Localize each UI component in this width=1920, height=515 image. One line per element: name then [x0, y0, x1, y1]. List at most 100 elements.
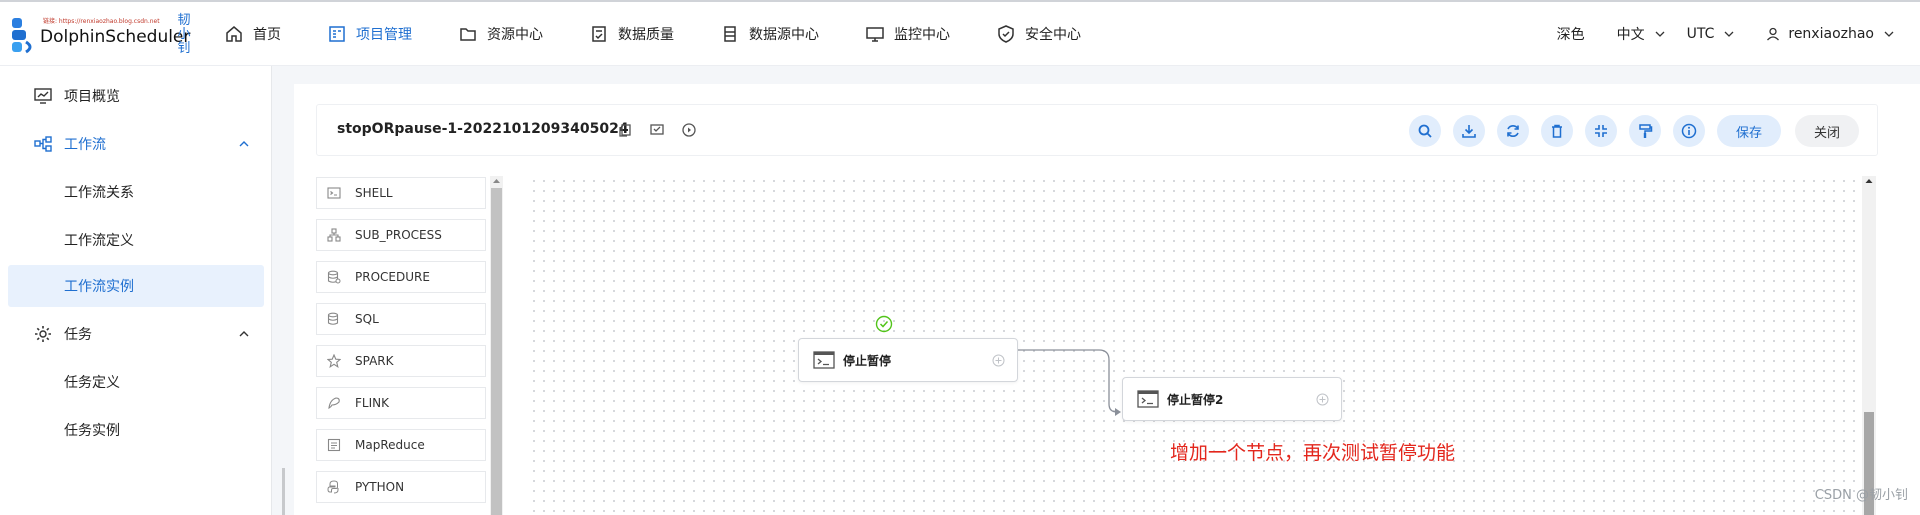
folder-icon: [459, 25, 477, 43]
chevron-down-icon: [1655, 31, 1665, 37]
mapreduce-icon: [327, 438, 341, 452]
variables-icon[interactable]: [649, 122, 665, 138]
info-button[interactable]: [1673, 115, 1705, 147]
nav-project[interactable]: 项目管理: [328, 24, 412, 44]
nav-resource[interactable]: 资源中心: [459, 24, 543, 44]
procedure-icon: [327, 270, 341, 284]
sidebar-item-label: 任务定义: [64, 375, 120, 391]
sidebar-item-task-definition[interactable]: 任务定义: [8, 361, 264, 403]
palette-item-label: SHELL: [355, 186, 393, 200]
palette-scrollbar-thumb[interactable]: [491, 188, 502, 515]
search-button[interactable]: [1409, 115, 1441, 147]
palette-item-label: SQL: [355, 312, 379, 326]
success-status-icon: [875, 315, 893, 333]
language-dropdown[interactable]: 中文: [1617, 24, 1665, 44]
logo-watermark: 链接: https://renxiaozhao.blog.csdn.net: [43, 18, 160, 25]
sidebar-scrollbar[interactable]: [282, 468, 285, 515]
username: renxiaozhao: [1788, 26, 1874, 42]
sidebar-item-task-instance[interactable]: 任务实例: [8, 409, 264, 451]
palette-scrollbar[interactable]: [490, 176, 503, 515]
download-icon: [1462, 125, 1476, 138]
dag-toolbar: stopORpause-1-20221012093405024 保存 关闭: [316, 104, 1878, 156]
chevron-down-icon: [1884, 31, 1894, 37]
download-button[interactable]: [1453, 115, 1485, 147]
delete-button[interactable]: [1541, 115, 1573, 147]
theme-toggle[interactable]: 深色: [1557, 24, 1585, 44]
dag-node-stop-pause-2[interactable]: 停止暂停2: [1122, 377, 1342, 421]
format-icon: [1639, 124, 1653, 138]
add-node-icon[interactable]: [1316, 393, 1329, 406]
nav-data-quality[interactable]: 数据质量: [590, 24, 674, 44]
palette-item-label: MapReduce: [355, 438, 425, 452]
workflow-title: stopORpause-1-20221012093405024: [337, 121, 629, 137]
palette-item-mapreduce[interactable]: MapReduce: [316, 429, 486, 461]
delete-icon: [1552, 124, 1562, 138]
fullscreen-icon: [1595, 125, 1607, 137]
palette-item-sub-process[interactable]: SUB_PROCESS: [316, 219, 486, 251]
shell-icon: [327, 186, 341, 200]
sidebar-item-label: 任务实例: [64, 423, 120, 439]
brand-logo[interactable]: 链接: https://renxiaozhao.blog.csdn.net Do…: [10, 12, 195, 58]
monitor-icon: [866, 25, 884, 43]
nav-project-label: 项目管理: [356, 27, 412, 43]
sidebar-item-workflow[interactable]: 工作流: [8, 123, 264, 165]
sql-icon: [327, 312, 341, 326]
refresh-button[interactable]: [1497, 115, 1529, 147]
dag-node-stop-pause[interactable]: 停止暂停: [798, 338, 1018, 382]
palette-item-label: FLINK: [355, 396, 389, 410]
timezone-dropdown[interactable]: UTC: [1687, 26, 1735, 42]
sidebar-item-workflow-definition[interactable]: 工作流定义: [8, 219, 264, 261]
sidebar-item-project-overview[interactable]: 项目概览: [8, 75, 264, 117]
fullscreen-button[interactable]: [1585, 115, 1617, 147]
sidebar-item-workflow-relation[interactable]: 工作流关系: [8, 171, 264, 213]
chevron-up-icon: [239, 141, 249, 147]
scroll-up-icon: [1865, 179, 1873, 183]
nav-monitor[interactable]: 监控中心: [866, 24, 950, 44]
shell-icon: [813, 351, 835, 369]
header-right: 深色 中文 UTC renxiaozhao: [1535, 2, 1920, 66]
add-node-icon[interactable]: [992, 354, 1005, 367]
user-menu[interactable]: renxiaozhao: [1766, 26, 1894, 42]
palette-item-sql[interactable]: SQL: [316, 303, 486, 335]
sidebar: 项目概览 工作流 工作流关系 工作流定义 工作流实例 任务 任务定义 任务实例: [0, 66, 272, 515]
sub-process-icon: [327, 228, 341, 242]
home-icon: [225, 25, 243, 43]
nav-data-quality-label: 数据质量: [618, 27, 674, 43]
palette-item-shell[interactable]: SHELL: [316, 177, 486, 209]
save-button[interactable]: 保存: [1717, 115, 1781, 147]
chevron-down-icon: [1724, 31, 1734, 37]
overview-icon: [34, 87, 52, 105]
sidebar-item-label: 项目概览: [64, 89, 120, 105]
palette-item-procedure[interactable]: PROCEDURE: [316, 261, 486, 293]
theme-label: 深色: [1556, 27, 1585, 43]
workflow-icon: [34, 135, 52, 153]
sidebar-item-label: 工作流关系: [64, 185, 134, 201]
nav-datasource[interactable]: 数据源中心: [721, 24, 819, 44]
flink-icon: [327, 396, 341, 410]
shell-icon: [1137, 390, 1159, 408]
refresh-icon: [1507, 125, 1519, 137]
nav-monitor-label: 监控中心: [894, 27, 950, 43]
sidebar-item-workflow-instance[interactable]: 工作流实例: [8, 265, 264, 307]
startup-params-icon[interactable]: [681, 122, 697, 138]
canvas-annotation: 增加一个节点，再次测试暂停功能: [1170, 442, 1456, 464]
nav-security[interactable]: 安全中心: [997, 24, 1081, 44]
palette-item-python[interactable]: PYTHON: [316, 471, 486, 503]
dag-canvas[interactable]: 停止暂停 停止暂停2 增加一个节点，再次测试暂停功能: [529, 176, 1874, 515]
canvas-scrollbar[interactable]: [1862, 176, 1876, 515]
main-nav: 首页 项目管理 资源中心 数据质量 数据源中心 监控中心 安全中心: [225, 2, 1128, 66]
scroll-up-icon: [493, 179, 500, 183]
format-button[interactable]: [1629, 115, 1661, 147]
palette-item-spark[interactable]: SPARK: [316, 345, 486, 377]
spark-icon: [327, 354, 341, 368]
workflow-editor: stopORpause-1-20221012093405024 保存 关闭 SH…: [294, 84, 1920, 515]
copy-icon[interactable]: [617, 122, 633, 138]
palette-item-flink[interactable]: FLINK: [316, 387, 486, 419]
nav-home[interactable]: 首页: [225, 24, 281, 44]
sidebar-item-task[interactable]: 任务: [8, 313, 264, 355]
node-label: 停止暂停2: [1167, 392, 1224, 407]
project-icon: [328, 25, 346, 43]
gear-icon: [34, 325, 52, 343]
close-button[interactable]: 关闭: [1795, 115, 1859, 147]
data-quality-icon: [590, 25, 608, 43]
